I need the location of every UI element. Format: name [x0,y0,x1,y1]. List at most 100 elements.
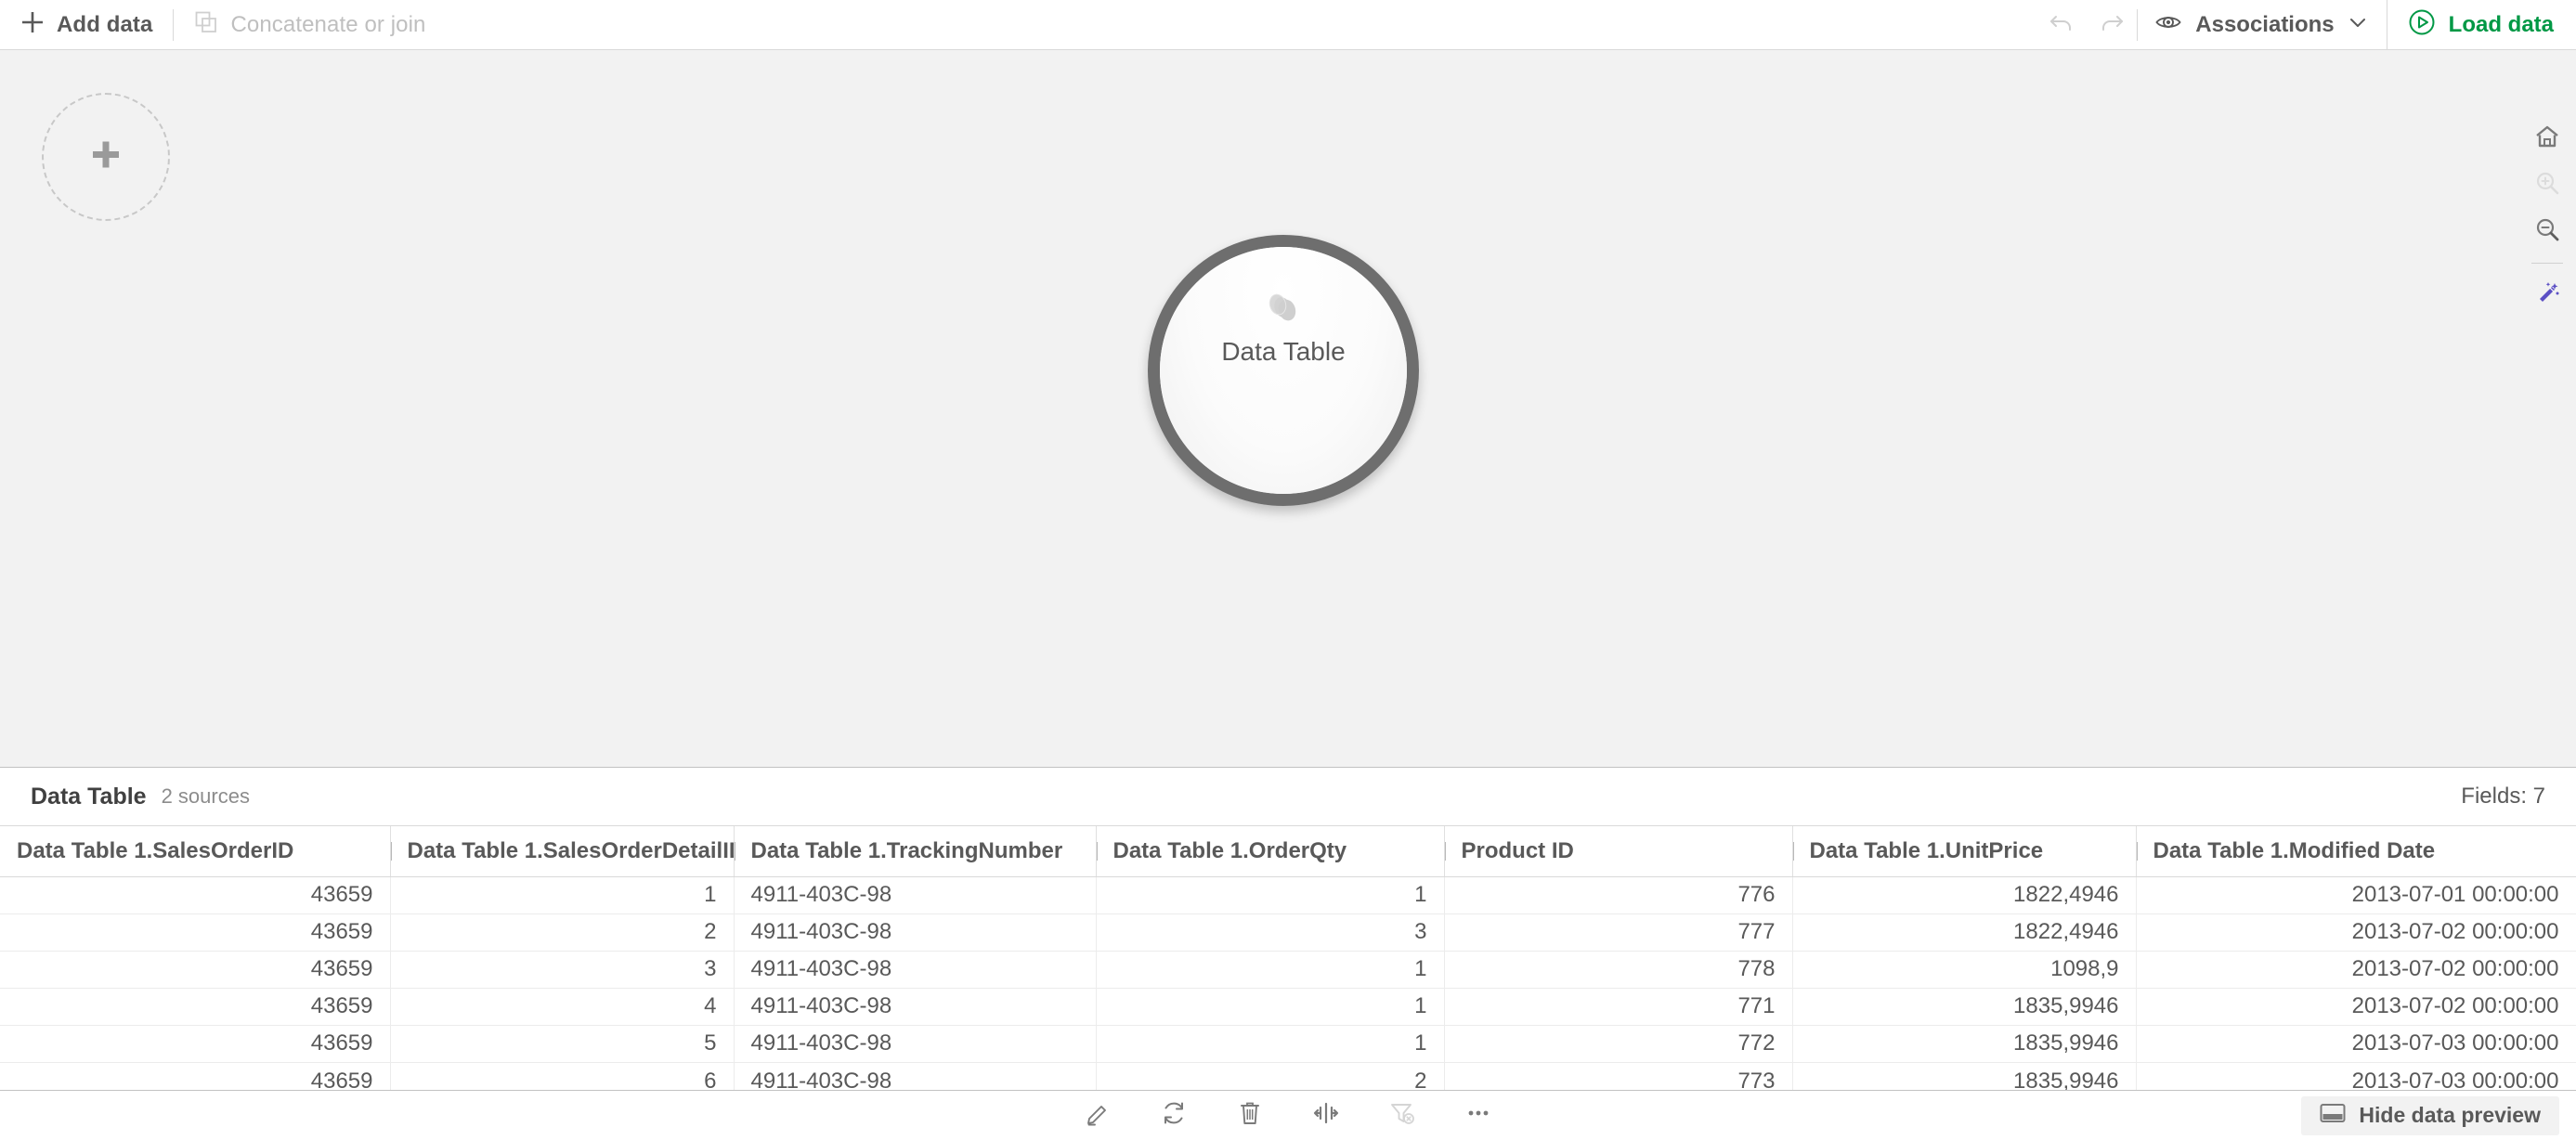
table-cell: 1 [390,876,735,914]
add-data-label: Add data [57,11,153,37]
table-row[interactable]: 43659 5 4911-403C-98 1 772 1835,9946 2013-07-0… [0,1025,2576,1063]
clear-filter-icon [1388,1099,1416,1132]
table-cell: 5 [390,1025,735,1063]
load-data-label: Load data [2448,11,2554,37]
table-cell: 2013-07-02 00:00:00 [2136,988,2576,1026]
table-column-header[interactable]: Data Table 1.SalesOrderID [0,826,391,877]
preview-table-title: Data Table [31,783,147,810]
undo-button[interactable] [2036,0,2087,50]
hide-data-preview-label: Hide data preview [2359,1103,2541,1127]
plus-icon [20,10,45,39]
preview-sources-count: 2 sources [161,784,250,808]
table-column-header[interactable]: Data Table 1.UnitPrice [1792,826,2137,877]
associations-button[interactable]: Associations [2138,0,2386,50]
table-column-header[interactable]: Data Table 1.OrderQty [1096,826,1445,877]
table-cell: 776 [1444,876,1793,914]
auto-layout-button[interactable] [2521,271,2573,317]
add-data-button[interactable]: Add data [0,0,173,50]
pencil-icon [1084,1099,1112,1132]
hide-data-preview-button[interactable]: Hide data preview [2301,1095,2559,1135]
table-cell: 1835,9946 [1792,988,2137,1026]
table-cell: 2013-07-03 00:00:00 [2136,1025,2576,1063]
top-toolbar: Add data Concatenate or join Association… [0,0,2576,50]
table-cell: 4911-403C-98 [734,876,1097,914]
table-column-header[interactable]: Data Table 1.SalesOrderDetailID [390,826,735,877]
undo-icon [2048,8,2075,41]
table-cell: 778 [1444,951,1793,989]
panel-icon [2320,1102,2346,1129]
zoom-in-icon [2534,170,2560,201]
table-cell: 43659 [0,876,391,914]
load-data-button[interactable]: Load data [2387,0,2576,50]
table-column-header[interactable]: Product ID [1444,826,1793,877]
zoom-in-button[interactable] [2521,162,2573,208]
preview-fields-count: Fields: 7 [2461,784,2545,809]
table-cell: 4911-403C-98 [734,951,1097,989]
associations-canvas[interactable]: Data Table [0,50,2576,767]
table-row[interactable]: 43659 4 4911-403C-98 1 771 1835,9946 2013-07-0… [0,988,2576,1026]
table-cell: 3 [1096,913,1445,952]
chevron-down-icon [2348,12,2368,37]
clear-filter-button[interactable] [1377,1094,1427,1138]
zoom-out-button[interactable] [2521,208,2573,254]
zoom-out-icon [2534,216,2560,247]
table-cell: 43659 [0,1025,391,1063]
data-preview-panel: Data Table 2 sources Fields: 7 Data Tabl… [0,767,2576,1140]
table-actions-group [1073,1094,1503,1138]
home-icon [2534,123,2560,154]
table-cell: 43659 [0,951,391,989]
concatenate-or-join-button[interactable]: Concatenate or join [174,0,446,50]
concatenate-or-join-label: Concatenate or join [230,11,426,37]
bubble-inner [1160,247,1407,494]
delete-table-button[interactable] [1225,1094,1275,1138]
table-cell: 1822,4946 [1792,913,2137,952]
eye-icon [2154,8,2182,41]
refresh-table-button[interactable] [1149,1094,1199,1138]
more-ellipsis-icon [1464,1099,1492,1132]
redo-icon [2098,8,2126,41]
toolbar-left-group: Add data Concatenate or join [0,0,447,50]
table-row[interactable]: 43659 3 4911-403C-98 1 778 1098,9 2013-07-02 0… [0,951,2576,989]
split-columns-button[interactable] [1301,1094,1351,1138]
table-cell: 2013-07-02 00:00:00 [2136,913,2576,952]
table-cell: 3 [390,951,735,989]
table-cell: 1098,9 [1792,951,2137,989]
toolbar-right-group: Associations Load data [2036,0,2576,50]
more-actions-button[interactable] [1453,1094,1503,1138]
canvas-tool-rail [2518,100,2576,317]
table-row[interactable]: 43659 2 4911-403C-98 3 777 1822,4946 2013-07-0… [0,913,2576,952]
rail-divider [2531,263,2563,264]
table-cell: 1 [1096,1025,1445,1063]
home-button[interactable] [2521,115,2573,162]
table-header-row: Data Table 1.SalesOrderID Data Table 1.Sa… [0,826,2576,877]
stacked-tables-icon [1263,292,1304,332]
preview-table: Data Table 1.SalesOrderID Data Table 1.Sa… [0,826,2576,1100]
preview-header: Data Table 2 sources Fields: 7 [0,768,2576,825]
table-cell: 43659 [0,913,391,952]
data-table-bubble[interactable]: Data Table [1148,235,1419,506]
table-cell: 4911-403C-98 [734,913,1097,952]
table-cell: 2 [390,913,735,952]
magic-wand-icon [2534,279,2560,310]
table-cell: 2013-07-02 00:00:00 [2136,951,2576,989]
table-cell: 43659 [0,988,391,1026]
table-cell: 4911-403C-98 [734,988,1097,1026]
split-columns-icon [1312,1099,1340,1132]
data-table-bubble-label: Data Table [1221,337,1346,366]
add-data-source-placeholder[interactable] [42,93,170,221]
preview-table-body: 43659 1 4911-403C-98 1 776 1822,4946 2013-07-0… [0,876,2576,1100]
table-column-header[interactable]: Data Table 1.TrackingNumber [734,826,1097,877]
edit-table-button[interactable] [1073,1094,1123,1138]
refresh-icon [1160,1099,1188,1132]
table-column-header[interactable]: Data Table 1.Modified Date [2136,826,2576,877]
table-cell: 2013-07-01 00:00:00 [2136,876,2576,914]
concatenate-icon [194,10,218,39]
table-cell: 1835,9946 [1792,1025,2137,1063]
redo-button[interactable] [2087,0,2137,50]
table-cell: 1822,4946 [1792,876,2137,914]
plus-icon [85,134,127,181]
table-cell: 4911-403C-98 [734,1025,1097,1063]
table-row[interactable]: 43659 1 4911-403C-98 1 776 1822,4946 2013-07-0… [0,876,2576,914]
data-preview-grid[interactable]: Data Table 1.SalesOrderID Data Table 1.Sa… [0,825,2576,1115]
trash-icon [1236,1099,1264,1132]
